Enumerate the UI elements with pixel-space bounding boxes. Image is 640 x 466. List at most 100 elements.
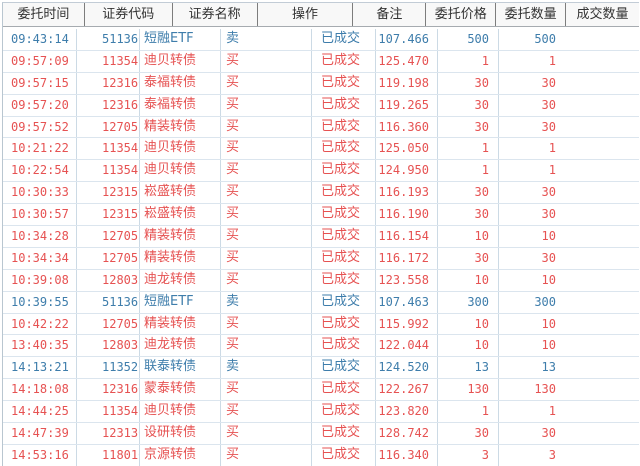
table-row[interactable]: 10:30:57 123159 崧盛转债 买 已成交 116.190 30 30 xyxy=(3,204,639,227)
cell-security-code: 113526 xyxy=(77,357,140,379)
cell-remark: 已成交 xyxy=(312,226,376,247)
order-history-panel: 委托时间 证券代码 证券名称 操作 备注 委托价格 委托数量 成交数量 09:4… xyxy=(0,0,640,466)
cell-order-qty: 30 xyxy=(438,116,499,138)
cell-remark: 已成交 xyxy=(312,313,376,335)
cell-order-price: 107.466 xyxy=(376,29,438,50)
cell-executed-qty: 10 xyxy=(541,338,556,353)
cell-security-code: 123130 xyxy=(77,423,140,444)
cell-executed-qty: 30 xyxy=(541,119,556,134)
cell-security-name: 精装转债 xyxy=(140,226,221,247)
cell-operation: 买 xyxy=(221,423,312,444)
cell-operation: 买 xyxy=(221,401,312,423)
order-table: 委托时间 证券代码 证券名称 操作 备注 委托价格 委托数量 成交数量 09:4… xyxy=(2,2,639,466)
cell-operation: 买 xyxy=(221,160,312,182)
cell-operation: 买 xyxy=(221,204,312,226)
cell-executed-qty: 3 xyxy=(548,447,556,462)
cell-security-code: 113546 xyxy=(77,160,140,182)
cell-order-price: 119.265 xyxy=(376,94,438,116)
table-row[interactable]: 09:57:15 123160 泰福转债 买 已成交 119.198 30 30 xyxy=(3,72,639,95)
cell-security-name: 迪贝转债 xyxy=(140,50,221,72)
cell-executed-qty: 10 xyxy=(541,316,556,331)
cell-security-code: 118016 xyxy=(77,444,140,466)
cell-remark: 已成交 xyxy=(312,247,376,269)
col-header-security-name: 证券名称 xyxy=(173,3,258,26)
col-header-order-qty: 委托数量 xyxy=(496,3,567,26)
cell-order-time: 14:53:16 xyxy=(3,444,77,466)
cell-security-name: 迪贝转债 xyxy=(140,160,221,182)
cell-security-name: 迪贝转债 xyxy=(140,401,221,423)
table-row[interactable]: 14:18:08 123166 蒙泰转债 买 已成交 122.267 130 1… xyxy=(3,379,639,402)
cell-order-qty: 500 xyxy=(438,29,499,50)
cell-security-code: 113546 xyxy=(77,138,140,160)
cell-order-qty: 1 xyxy=(438,50,499,72)
cell-order-price: 124.950 xyxy=(376,160,438,182)
cell-executed-qty: 500 xyxy=(534,32,556,46)
cell-order-time: 14:13:21 xyxy=(3,357,77,379)
cell-executed-qty: 30 xyxy=(541,426,556,441)
cell-remark: 已成交 xyxy=(312,423,376,444)
cell-remark: 已成交 xyxy=(312,182,376,204)
cell-executed-qty: 1 xyxy=(548,141,556,156)
table-row[interactable]: 09:57:52 127055 精装转债 买 已成交 116.360 30 30 xyxy=(3,116,639,139)
cell-order-qty: 10 xyxy=(438,226,499,247)
cell-security-name: 联泰转债 xyxy=(140,357,221,379)
table-row[interactable]: 13:40:35 128033 迪龙转债 买 已成交 122.044 10 10 xyxy=(3,335,639,358)
table-row[interactable]: 10:22:54 113546 迪贝转债 买 已成交 124.950 1 1 xyxy=(3,160,639,183)
cell-operation: 买 xyxy=(221,116,312,138)
cell-remark: 已成交 xyxy=(312,138,376,160)
cell-security-code: 511360 xyxy=(77,29,140,50)
cell-remark: 已成交 xyxy=(312,72,376,94)
col-header-executed-qty: 成交数量 xyxy=(576,7,629,22)
cell-order-time: 13:40:35 xyxy=(3,335,77,357)
cell-operation: 买 xyxy=(221,138,312,160)
table-row[interactable]: 14:47:39 123130 设研转债 买 已成交 128.742 30 30 xyxy=(3,423,639,445)
cell-order-time: 10:39:55 xyxy=(3,291,77,313)
table-row[interactable]: 10:39:55 511360 短融ETF 卖 已成交 107.463 300 … xyxy=(3,291,639,314)
cell-order-price: 116.193 xyxy=(376,182,438,204)
table-row[interactable]: 14:53:16 118016 京源转债 买 已成交 116.340 3 3 xyxy=(3,444,639,466)
cell-order-price: 116.154 xyxy=(376,226,438,247)
cell-executed-qty: 10 xyxy=(541,272,556,287)
cell-order-qty: 30 xyxy=(438,72,499,94)
cell-order-qty: 30 xyxy=(438,182,499,204)
cell-order-time: 09:57:20 xyxy=(3,94,77,116)
cell-security-name: 精装转债 xyxy=(140,116,221,138)
cell-order-time: 09:57:52 xyxy=(3,116,77,138)
cell-executed-qty: 30 xyxy=(541,250,556,265)
cell-order-qty: 13 xyxy=(438,357,499,379)
cell-remark: 已成交 xyxy=(312,269,376,291)
cell-security-code: 113546 xyxy=(77,401,140,423)
table-row[interactable]: 14:13:21 113526 联泰转债 卖 已成交 124.520 13 13 xyxy=(3,357,639,380)
cell-remark: 已成交 xyxy=(312,204,376,226)
table-row[interactable]: 10:42:22 127055 精装转债 买 已成交 115.992 10 10 xyxy=(3,313,639,336)
col-header-remark: 备注 xyxy=(353,3,427,26)
cell-order-price: 123.820 xyxy=(376,401,438,423)
table-row[interactable]: 10:34:28 127055 精装转债 买 已成交 116.154 10 10 xyxy=(3,226,639,248)
col-header-security-code: 证券代码 xyxy=(85,3,173,26)
cell-order-time: 10:22:54 xyxy=(3,160,77,182)
cell-security-name: 短融ETF xyxy=(140,29,221,50)
cell-operation: 买 xyxy=(221,379,312,401)
table-row[interactable]: 10:39:08 128033 迪龙转债 买 已成交 123.558 10 10 xyxy=(3,269,639,292)
table-row[interactable]: 09:57:09 113546 迪贝转债 买 已成交 125.470 1 1 xyxy=(3,50,639,73)
cell-order-price: 125.050 xyxy=(376,138,438,160)
table-row[interactable]: 10:30:33 123159 崧盛转债 买 已成交 116.193 30 30 xyxy=(3,182,639,205)
table-row[interactable]: 09:57:20 123160 泰福转债 买 已成交 119.265 30 30 xyxy=(3,94,639,117)
cell-operation: 买 xyxy=(221,444,312,466)
cell-remark: 已成交 xyxy=(312,116,376,138)
table-row[interactable]: 10:34:34 127055 精装转债 买 已成交 116.172 30 30 xyxy=(3,247,639,270)
cell-order-price: 116.172 xyxy=(376,247,438,269)
cell-executed-qty: 130 xyxy=(534,382,556,397)
table-row[interactable]: 14:44:25 113546 迪贝转债 买 已成交 123.820 1 1 xyxy=(3,401,639,424)
cell-operation: 买 xyxy=(221,247,312,269)
cell-order-qty: 130 xyxy=(438,379,499,401)
cell-order-time: 09:57:15 xyxy=(3,72,77,94)
cell-order-qty: 1 xyxy=(438,160,499,182)
cell-order-qty: 30 xyxy=(438,247,499,269)
cell-executed-qty: 13 xyxy=(541,360,556,375)
cell-security-code: 123160 xyxy=(77,72,140,94)
cell-order-qty: 300 xyxy=(438,291,499,313)
table-row[interactable]: 09:43:14 511360 短融ETF 卖 已成交 107.466 500 … xyxy=(3,29,639,51)
table-row[interactable]: 10:21:22 113546 迪贝转债 买 已成交 125.050 1 1 xyxy=(3,138,639,161)
cell-security-name: 泰福转债 xyxy=(140,94,221,116)
